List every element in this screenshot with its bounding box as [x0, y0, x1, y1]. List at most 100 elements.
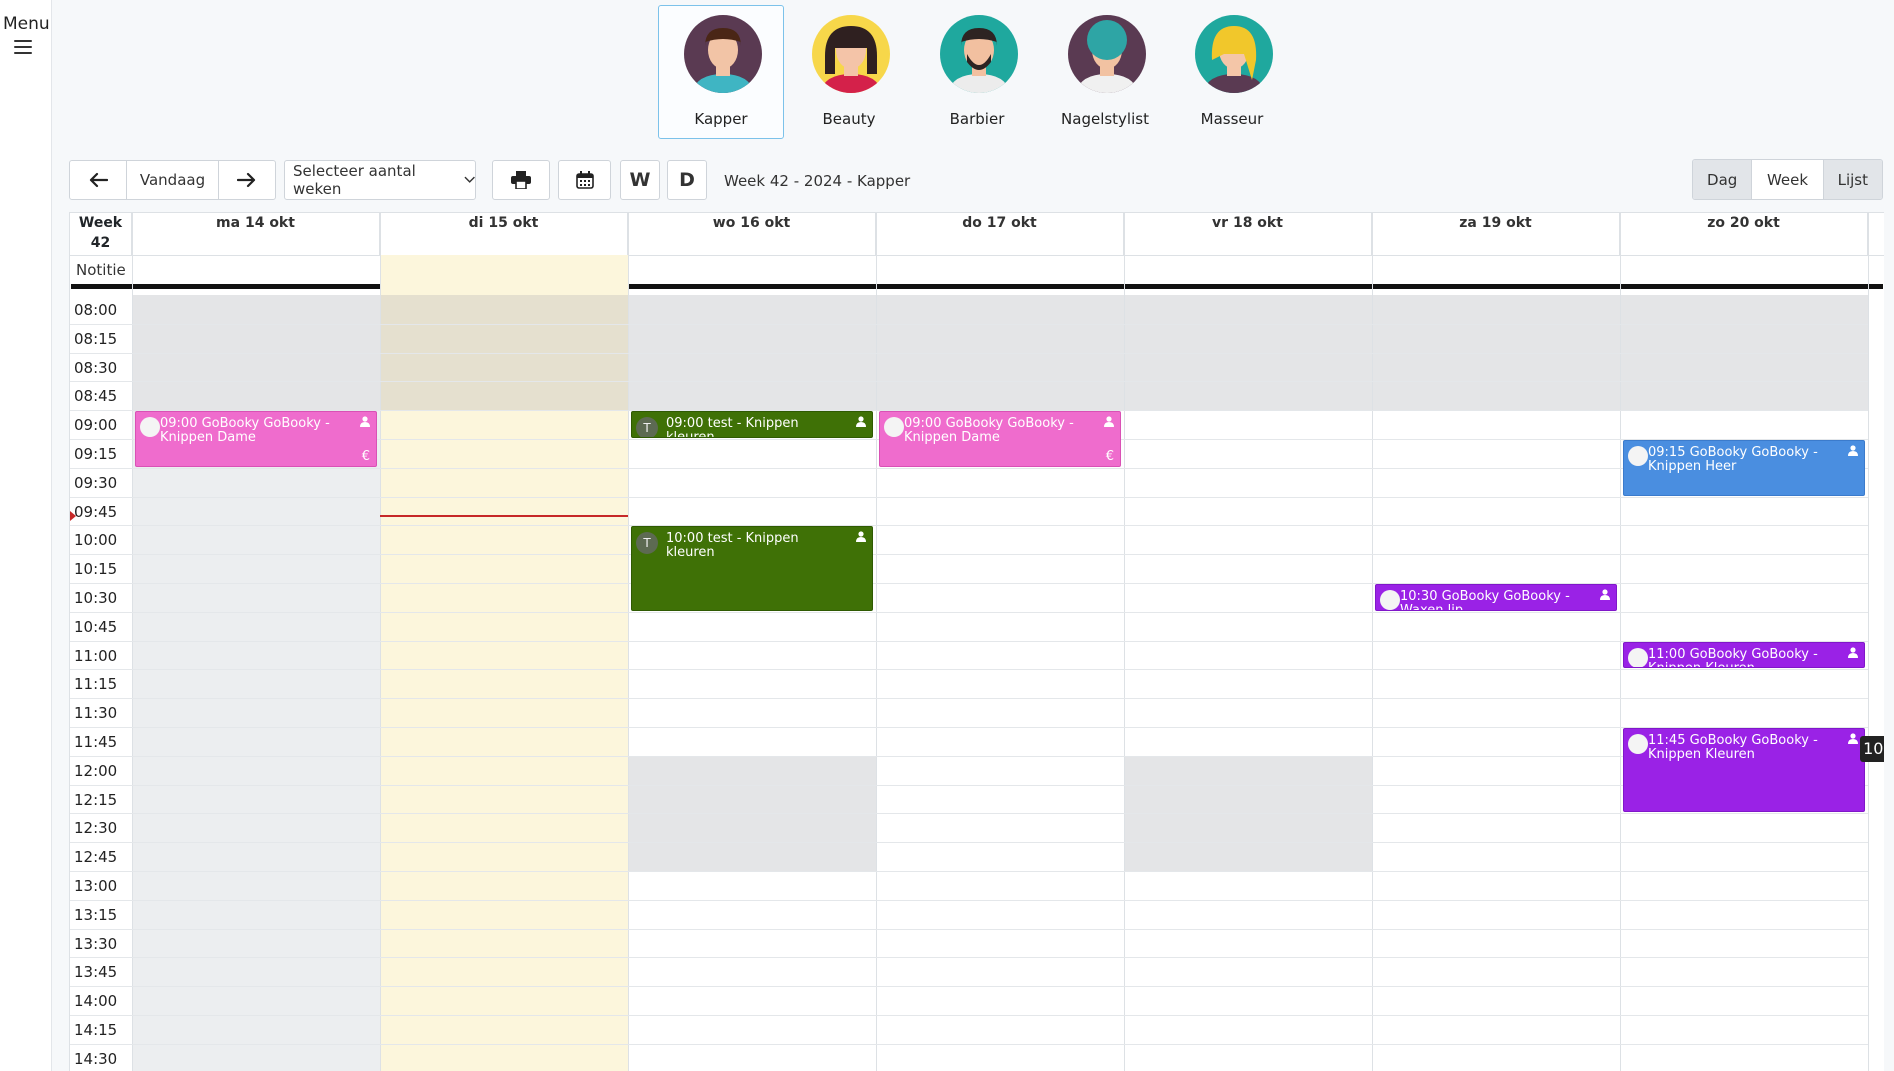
row-divider	[70, 986, 1868, 988]
column-divider	[876, 213, 877, 1071]
calendar-event[interactable]: 09:00 GoBooky GoBooky - Knippen Dame €	[135, 411, 377, 467]
row-divider	[70, 928, 1868, 930]
person-icon	[1848, 646, 1858, 658]
row-divider	[70, 525, 1868, 527]
week-title: Week 42 - 2024 - Kapper	[724, 172, 911, 190]
view-week-button[interactable]: Week	[1752, 160, 1824, 199]
person-icon-wrap	[856, 531, 866, 546]
event-client-avatar	[884, 417, 904, 438]
time-label: 08:45	[74, 387, 118, 406]
row-divider	[70, 755, 1868, 757]
time-label: 12:00	[74, 761, 118, 780]
avatar-icon	[940, 15, 1018, 93]
avatar-icon	[684, 15, 762, 93]
arrow-right-icon	[237, 172, 256, 188]
time-label: 11:00	[74, 646, 118, 665]
row-divider	[70, 1015, 1868, 1016]
avatar-icon	[1195, 15, 1273, 93]
row-divider	[70, 842, 1868, 844]
calendar-icon	[575, 171, 594, 189]
row-divider	[70, 1043, 1868, 1045]
calendar-event[interactable]: 10:30 GoBooky GoBooky - Waxen lip	[1375, 584, 1617, 611]
day-header-1: ma 14 okt	[132, 213, 380, 255]
column-divider	[380, 213, 381, 1071]
column-divider	[628, 213, 629, 1071]
calendar-event[interactable]: T 09:00 test - Knippen kleuren	[631, 411, 873, 438]
note-label: Notitie	[76, 261, 126, 279]
view-switch-group: Dag Week Lijst	[1692, 159, 1883, 200]
event-client-avatar	[1628, 446, 1648, 466]
prev-week-button[interactable]	[70, 161, 127, 199]
staff-name: Barbier	[949, 110, 1005, 128]
left-menu-bar: Menu	[0, 0, 52, 1071]
event-title: 11:45 GoBooky GoBooky - Knippen Kleuren	[1648, 733, 1818, 762]
avatar-icon	[812, 15, 890, 93]
print-button[interactable]	[492, 160, 550, 200]
day-header-6: za 19 okt	[1372, 213, 1620, 255]
time-label: 13:45	[74, 963, 118, 982]
person-icon-wrap	[1848, 646, 1858, 662]
staff-name: Nagelstylist	[1061, 110, 1149, 128]
calendar-event[interactable]: 11:00 GoBooky GoBooky - Knippen Kleuren	[1623, 641, 1865, 669]
time-label: 12:30	[74, 819, 118, 838]
row-divider	[70, 611, 1868, 613]
calendar-picker-button[interactable]	[558, 160, 611, 200]
staff-nagelstylist[interactable]: Nagelstylist	[1042, 5, 1168, 139]
time-label: 14:30	[74, 1049, 118, 1068]
person-icon-wrap	[1104, 416, 1114, 431]
person-icon	[360, 416, 370, 428]
day-view-d-button[interactable]: D	[667, 160, 707, 200]
arrow-left-icon	[89, 172, 108, 188]
row-divider	[70, 899, 1868, 901]
day-header-4: do 17 okt	[876, 213, 1124, 255]
event-title: 10:30 GoBooky GoBooky - Waxen lip	[1400, 589, 1570, 611]
person-icon-wrap	[1848, 733, 1858, 748]
time-label: 10:45	[74, 617, 118, 636]
time-label: 08:15	[74, 329, 118, 348]
event-title: 09:15 GoBooky GoBooky - Knippen Heer	[1648, 445, 1818, 474]
calendar-event[interactable]: 09:00 GoBooky GoBooky - Knippen Dame €	[879, 411, 1121, 467]
time-label: 09:00	[74, 416, 118, 435]
day-header-2: di 15 okt	[380, 213, 628, 255]
app-root: Menu Kapper Beauty Barbier Nagelstylist Mass…	[0, 0, 1894, 1071]
euro-icon: €	[361, 448, 370, 464]
calendar-event[interactable]: 11:45 GoBooky GoBooky - Knippen Kleuren	[1623, 728, 1865, 813]
weeks-select[interactable]: Selecteer aantal weken	[284, 160, 476, 200]
time-label: 14:15	[74, 1021, 118, 1039]
time-label: 12:45	[74, 848, 118, 867]
column-divider	[1620, 213, 1621, 1071]
calendar-event[interactable]: T 10:00 test - Knippen kleuren	[631, 526, 873, 611]
view-dag-button[interactable]: Dag	[1693, 160, 1753, 199]
hamburger-menu-icon[interactable]	[14, 40, 32, 54]
row-divider	[70, 554, 1868, 556]
menu-label[interactable]: Menu	[3, 14, 50, 34]
today-button[interactable]: Vandaag	[127, 161, 219, 199]
staff-kapper[interactable]: Kapper	[658, 5, 784, 139]
time-label: 09:15	[74, 445, 118, 463]
event-client-avatar	[140, 417, 160, 438]
person-icon	[1104, 416, 1114, 428]
person-icon	[856, 531, 866, 543]
week-view-w-button[interactable]: W	[620, 160, 660, 200]
staff-beauty[interactable]: Beauty	[786, 5, 912, 139]
avatar-icon	[1068, 15, 1146, 93]
header-divider	[71, 284, 1883, 289]
event-title: 11:00 GoBooky GoBooky - Knippen Kleuren	[1648, 646, 1818, 669]
time-label: 12:15	[74, 790, 118, 809]
time-tooltip: 10:00:00	[1860, 736, 1884, 762]
event-title: 09:00 GoBooky GoBooky - Knippen Dame	[904, 416, 1074, 446]
unavailable-block	[132, 410, 380, 1071]
next-week-button[interactable]	[219, 161, 275, 199]
staff-masseur[interactable]: Masseur	[1169, 5, 1295, 139]
column-divider	[1372, 213, 1373, 1071]
person-icon	[1600, 589, 1610, 600]
week-number: 42	[90, 235, 111, 251]
row-divider	[70, 640, 1868, 642]
staff-barbier[interactable]: Barbier	[914, 5, 1040, 139]
view-lijst-button[interactable]: Lijst	[1823, 160, 1882, 199]
staff-name: Masseur	[1200, 110, 1264, 128]
printer-icon	[511, 171, 531, 189]
calendar-event[interactable]: 09:15 GoBooky GoBooky - Knippen Heer	[1623, 440, 1865, 496]
event-client-avatar	[1628, 734, 1648, 754]
event-initial-avatar: T	[636, 532, 658, 555]
